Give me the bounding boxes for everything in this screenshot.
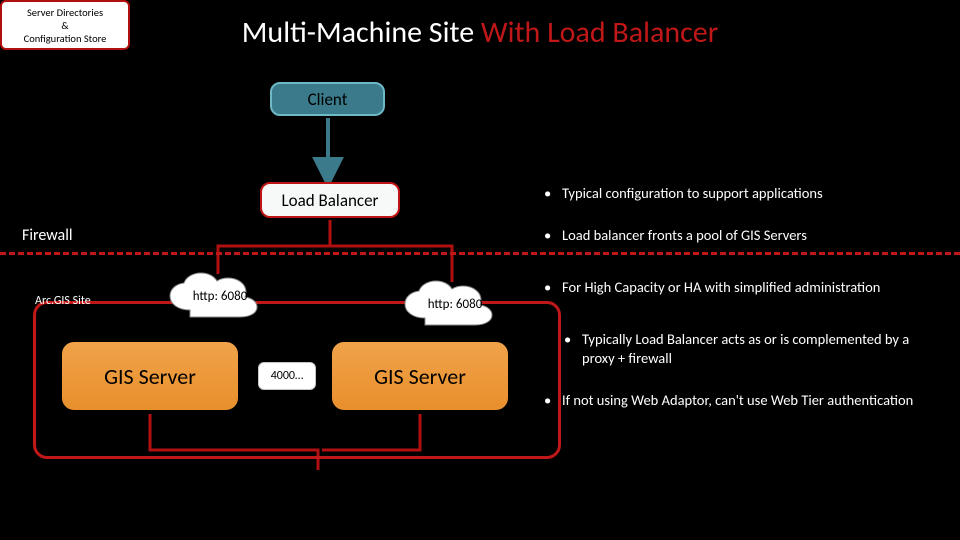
http-cloud-1-label: http: 6080 <box>160 272 280 320</box>
bullet-list: Typical configuration to support applica… <box>544 184 944 433</box>
slide-title: Multi-Machine Site With Load Balancer <box>0 14 960 51</box>
title-part2: With Load Balancer <box>481 14 718 51</box>
http-cloud-1: http: 6080 <box>160 272 280 320</box>
client-node: Client <box>270 82 385 116</box>
title-part1: Multi-Machine Site <box>242 14 481 51</box>
bullet-4: Typically Load Balancer acts as or is co… <box>564 330 944 366</box>
bullet-3: For High Capacity or HA with simplified … <box>544 278 944 296</box>
arcgis-site-label: Arc.GIS Site <box>35 294 91 308</box>
firewall-label: Firewall <box>22 226 73 245</box>
bullet-2: Load balancer fronts a pool of GIS Serve… <box>544 226 944 244</box>
gis-server-1: GIS Server <box>60 340 240 412</box>
bullet-1: Typical configuration to support applica… <box>544 184 944 202</box>
gis-server-2: GIS Server <box>330 340 510 412</box>
load-balancer-node: Load Balancer <box>260 182 400 218</box>
http-cloud-2: http: 6080 <box>395 280 515 328</box>
port-range-node: 4000… <box>258 362 316 390</box>
http-cloud-2-label: http: 6080 <box>395 280 515 328</box>
bullet-5: If not using Web Adaptor, can't use Web … <box>544 391 944 409</box>
